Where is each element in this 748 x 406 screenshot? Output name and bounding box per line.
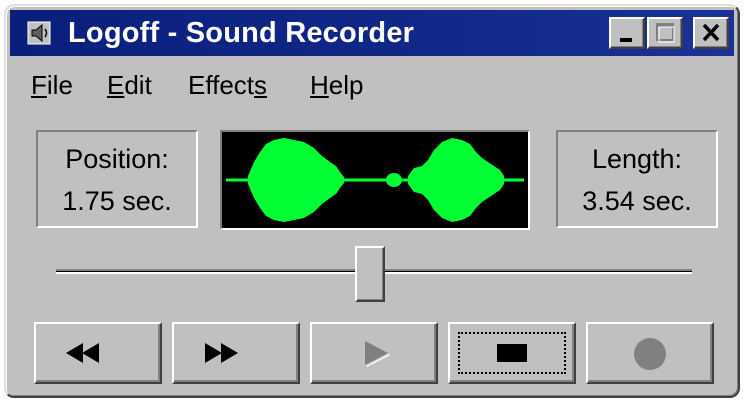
position-value: 1.75 sec. — [62, 186, 172, 216]
seek-to-start-button[interactable] — [34, 322, 162, 384]
position-slider-thumb[interactable] — [355, 246, 386, 302]
waveform-graphic — [226, 138, 524, 222]
minimize-button[interactable] — [609, 17, 645, 49]
menu-effects[interactable]: Effects — [188, 68, 267, 102]
length-label: Length: — [591, 144, 683, 174]
menu-edit-accelerator: E — [107, 70, 125, 100]
seek-to-end-button[interactable] — [172, 322, 300, 384]
menu-file[interactable]: File — [31, 68, 73, 102]
speaker-icon — [27, 21, 51, 45]
menu-file-rest: ile — [46, 70, 73, 100]
record-icon — [634, 338, 666, 370]
maximize-button — [647, 17, 683, 49]
stop-icon — [497, 344, 527, 362]
menu-help-accelerator: H — [310, 70, 329, 100]
close-icon — [702, 23, 720, 42]
sound-recorder-window: Logoff - Sound Recorder File Edit Effect… — [4, 4, 740, 398]
stop-button[interactable] — [448, 322, 576, 384]
menu-file-accelerator: F — [31, 70, 47, 100]
menu-edit-rest: dit — [124, 70, 152, 100]
menu-effects-start: Effect — [188, 70, 255, 100]
menu-edit[interactable]: Edit — [107, 68, 152, 102]
waveform-display — [220, 130, 530, 230]
menu-bar: File Edit Effects Help — [10, 66, 734, 106]
close-button[interactable] — [693, 17, 729, 49]
length-value: 3.54 sec. — [582, 186, 692, 216]
menu-effects-accelerator: s — [254, 70, 268, 100]
window-title: Logoff - Sound Recorder — [68, 17, 415, 49]
position-label: Position: — [65, 144, 169, 174]
menu-help[interactable]: Help — [310, 68, 363, 102]
fast-forward-icon — [205, 343, 238, 363]
maximize-icon — [656, 23, 675, 43]
title-bar[interactable]: Logoff - Sound Recorder — [10, 10, 734, 56]
rewind-icon — [66, 343, 99, 363]
record-button — [586, 322, 714, 384]
menu-help-rest: elp — [328, 70, 364, 100]
play-icon — [365, 341, 390, 367]
length-panel: Length: 3.54 sec. — [556, 130, 718, 228]
play-button — [310, 322, 438, 384]
minimize-icon — [620, 38, 632, 42]
position-panel: Position: 1.75 sec. — [36, 130, 198, 228]
